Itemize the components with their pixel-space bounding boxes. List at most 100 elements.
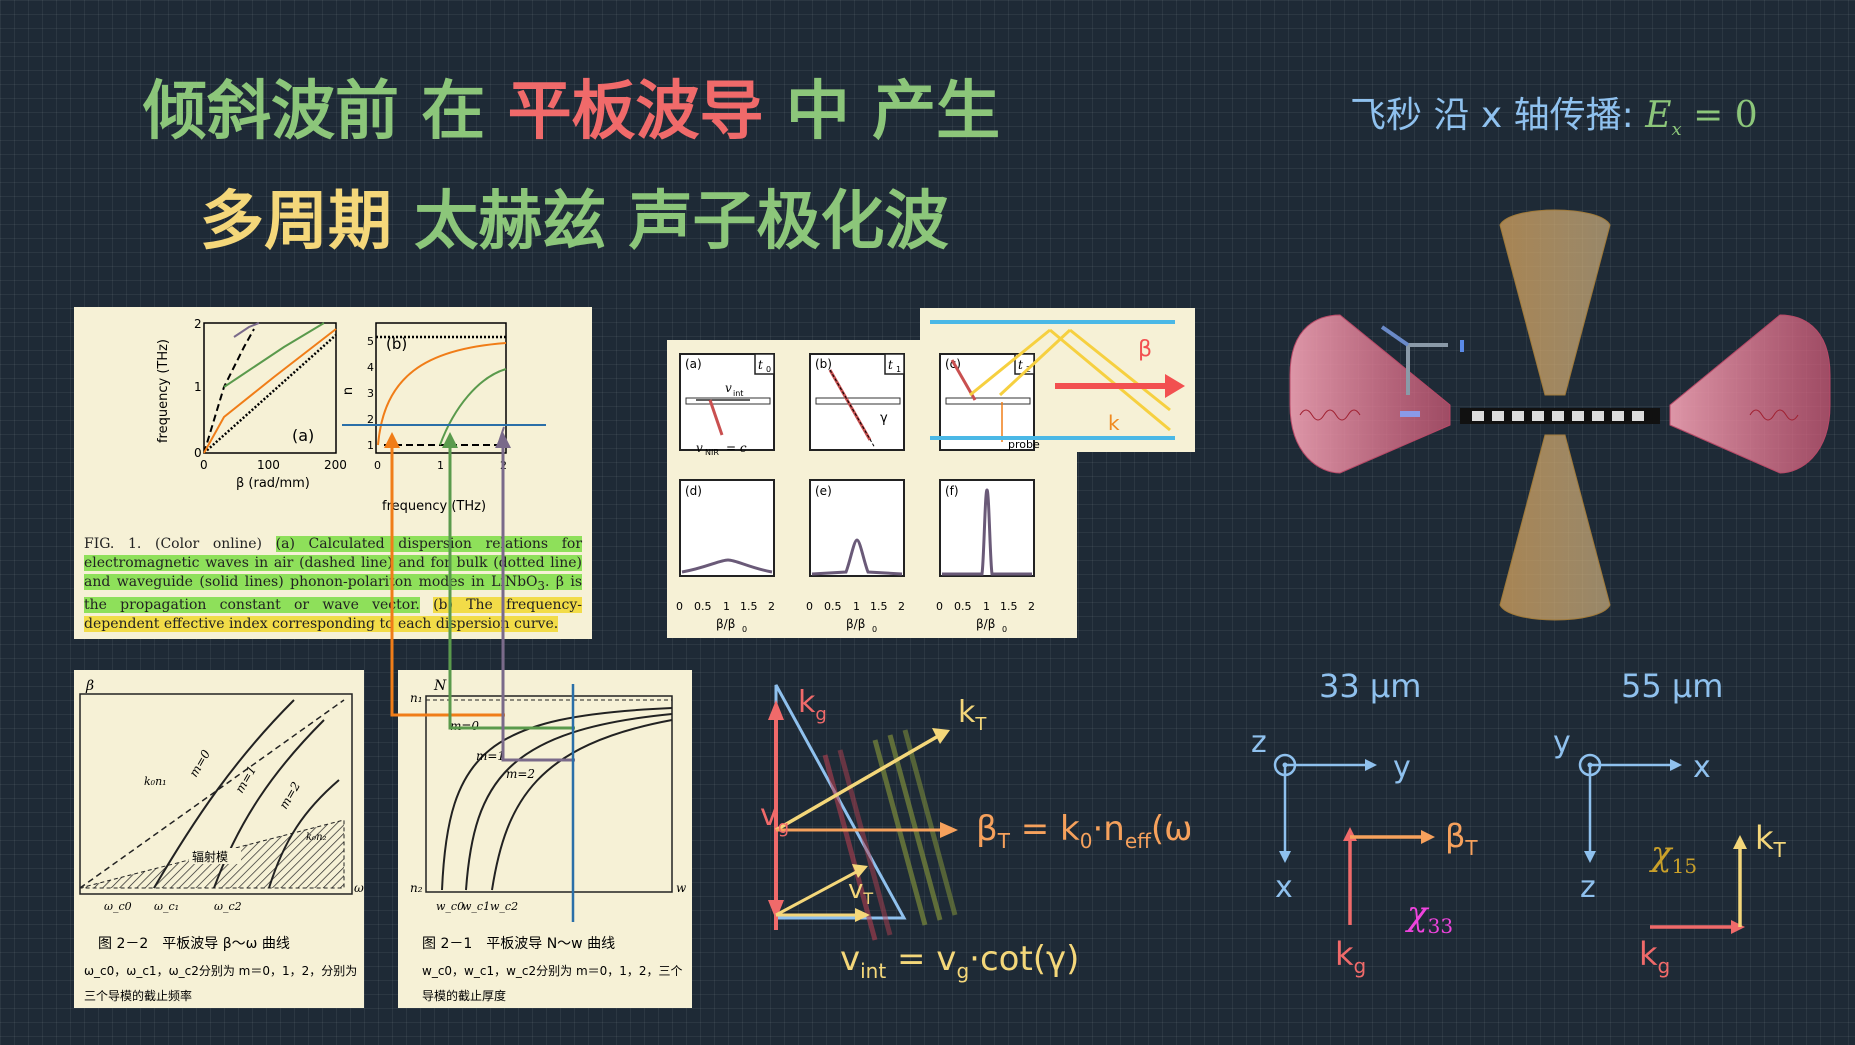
fig2e-label: (e) bbox=[815, 484, 832, 498]
title-word: 在 bbox=[421, 75, 486, 149]
book1-plot: β 辐射模 k₀n₁ m=0 m=1 m=2 k₀n₂ ω ω_c0 ω_c₁ … bbox=[79, 678, 364, 1003]
axes55-kT: kT bbox=[1755, 819, 1787, 862]
title-word: 平板波导 bbox=[507, 75, 764, 149]
wavefront-stripes bbox=[822, 729, 958, 941]
fig1b-ytick: 1 bbox=[367, 439, 374, 452]
fig2-xtick: 1.5 bbox=[1000, 600, 1018, 613]
book1-line-label: k₀n₁ bbox=[144, 775, 167, 788]
fig1b-ylabel: n bbox=[341, 387, 356, 395]
femto-3d-graphic bbox=[1289, 209, 1831, 621]
book1-region2: k₀n₂ bbox=[306, 832, 327, 843]
fig1a-bulk bbox=[203, 334, 337, 454]
book2-mode: m=0 bbox=[450, 719, 479, 733]
fig1b-xlabel: frequency (THz) bbox=[382, 499, 486, 514]
title-word: 声子极化波 bbox=[628, 185, 949, 259]
fig2-xtick: 1 bbox=[983, 600, 990, 613]
fig2-panel-d: (d) bbox=[679, 479, 775, 577]
fig1a-ytick: 2 bbox=[194, 317, 202, 331]
fig2-xtick: 1.5 bbox=[870, 600, 888, 613]
fig2-xlabel: β/β bbox=[846, 617, 865, 631]
book2-n2: n₂ bbox=[410, 881, 423, 895]
femto-label: 飞秒 沿 x 轴传播: Ex = 0 bbox=[1350, 86, 1758, 140]
fig2-xtick: 2 bbox=[898, 600, 905, 613]
fig2-xtick: 1.5 bbox=[740, 600, 758, 613]
gold-cone-bottom bbox=[1499, 434, 1611, 621]
axes-33um: 33 μm z y x βT kg χ33 bbox=[1251, 667, 1478, 978]
title-word: 太赫兹 bbox=[414, 185, 607, 259]
book2-xlabel: w bbox=[676, 881, 687, 895]
book1-ylabel: β bbox=[85, 678, 94, 694]
axes33-kg: kg bbox=[1335, 935, 1366, 978]
fig2b-label: (b) bbox=[815, 357, 832, 371]
fig2a-vint-sub: int bbox=[733, 389, 743, 398]
axes55-z: z bbox=[1580, 870, 1596, 905]
title-word: 倾斜波前 bbox=[143, 75, 399, 149]
fig1b-xtick: 1 bbox=[437, 459, 444, 472]
fig2-panel-b: t 1 (b) γ bbox=[809, 353, 905, 451]
fig2-panel-f: (f) bbox=[939, 479, 1035, 577]
fig1a-xtick: 200 bbox=[324, 458, 347, 472]
fig2-xlabel-sub: 0 bbox=[742, 625, 747, 634]
fig2-k: k bbox=[1108, 411, 1120, 435]
axes33-size: 33 μm bbox=[1319, 667, 1421, 705]
fig1b-mode1 bbox=[439, 368, 507, 446]
fig1-caption-sub: 3 bbox=[537, 578, 545, 593]
femto-e: E bbox=[1645, 95, 1672, 136]
fig1-caption: FIG. 1. (Color online) (a) Calculated di… bbox=[84, 535, 583, 634]
fig1a-xtick: 0 bbox=[200, 458, 208, 472]
gold-cone-top bbox=[1499, 209, 1611, 396]
fig1b-xtick: 0 bbox=[374, 459, 381, 472]
fig2-beta: β bbox=[1138, 337, 1152, 362]
book-fig-n-w: N n₁ n₂ m=0 m=1 m=2 w w_c0 w_c1 w_c2 图 2… bbox=[398, 670, 692, 1008]
title-line-1: 倾斜波前 在 平板波导 中 产生 bbox=[143, 60, 1000, 152]
axes33-y: y bbox=[1393, 750, 1411, 785]
femto-math: Ex bbox=[1645, 95, 1681, 140]
femto-sub: x bbox=[1671, 119, 1682, 141]
fig1-plots: frequency (THz) 0 1 2 0 100 200 β (rad/m… bbox=[156, 317, 546, 514]
fig2c-time: t bbox=[1018, 358, 1023, 372]
pink-cone-left bbox=[1289, 314, 1451, 474]
book2-caption: 图 2－1 平板波导 N～w 曲线 bbox=[422, 936, 615, 952]
title-word: 多周期 bbox=[200, 185, 392, 259]
fig2b-gamma: γ bbox=[880, 411, 888, 426]
book1-xtick: ω_c0 bbox=[104, 900, 132, 913]
fig1a-xtick: 100 bbox=[257, 458, 280, 472]
axes55-y: y bbox=[1553, 725, 1571, 760]
axes55-kg: kg bbox=[1639, 935, 1670, 978]
fig2-xtick: 0 bbox=[676, 600, 683, 613]
fig2a-vnir-sub: NIR bbox=[705, 448, 719, 457]
fig2-xtick: 0.5 bbox=[694, 600, 712, 613]
fig2-xlabel-sub: 0 bbox=[1002, 625, 1007, 634]
fig2-xtick: 0 bbox=[936, 600, 943, 613]
crystal-segments bbox=[1472, 411, 1644, 421]
femto-eq: = 0 bbox=[1693, 95, 1758, 136]
book1-region: 辐射模 bbox=[192, 849, 228, 864]
pink-cone-right bbox=[1669, 314, 1831, 474]
axes33-x: x bbox=[1275, 870, 1293, 905]
book2-mode: m=1 bbox=[476, 749, 505, 763]
book1-xlabel: ω bbox=[354, 881, 364, 895]
axes-55um: 55 μm y x z kT kg χ15 bbox=[1553, 667, 1787, 978]
book2-ylabel: N bbox=[433, 678, 447, 694]
book2-mode: m=2 bbox=[506, 767, 535, 781]
fig1a-xlabel: β (rad/mm) bbox=[236, 476, 310, 491]
femto-prefix: 飞秒 沿 x 轴传播: bbox=[1350, 95, 1634, 136]
fig1a-ytick: 1 bbox=[194, 380, 202, 394]
fig1b-ytick: 3 bbox=[367, 387, 374, 400]
fig2a-vnir-eq: = c bbox=[726, 441, 747, 455]
fig2-xtick: 0.5 bbox=[954, 600, 972, 613]
fig2-xlabel-sub: 0 bbox=[872, 625, 877, 634]
fig1a-mode2 bbox=[233, 322, 260, 338]
fig2-xlabel: β/β bbox=[976, 617, 995, 631]
vint-equation: vint = vg·cot(γ) bbox=[840, 939, 1079, 983]
fig1b-mode0 bbox=[377, 342, 507, 446]
fig2a-vnir: v bbox=[696, 441, 703, 455]
book2-sub2: 导模的截止厚度 bbox=[422, 988, 506, 1003]
fig1a-air bbox=[203, 328, 255, 454]
book1-sub2: 三个导模的截止频率 bbox=[84, 988, 192, 1003]
book1-sub1: ω_c0，ω_c1，ω_c2分别为 m＝0，1，2，分别为 bbox=[84, 964, 357, 978]
fig2-xtick: 1 bbox=[723, 600, 730, 613]
kg-label: kg bbox=[798, 685, 827, 725]
fig2-xticks: 0 0.5 1 1.5 2 0 0.5 1 1.5 2 0 0.5 1 1.5 … bbox=[676, 600, 1035, 613]
betaT-equation: βT = k0·neff(ω) bbox=[976, 809, 1190, 853]
